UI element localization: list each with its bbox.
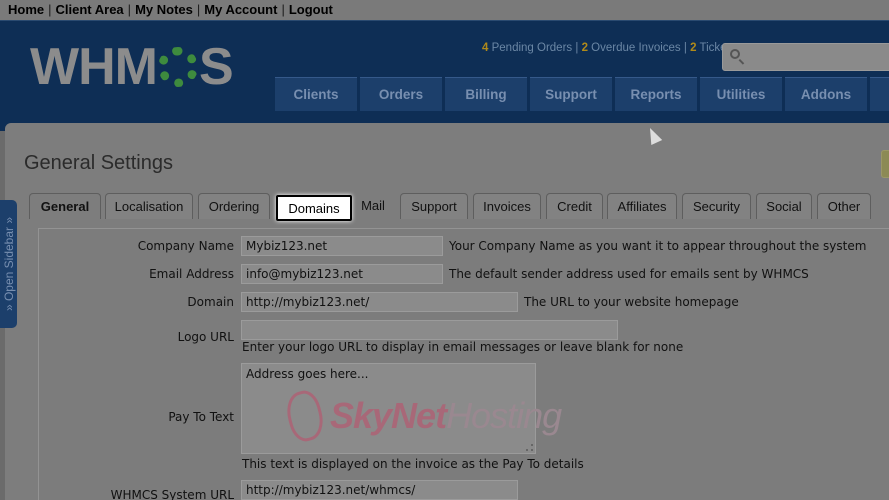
domain-label: Domain bbox=[187, 295, 234, 309]
tab-social[interactable]: Social bbox=[756, 193, 812, 219]
pending-orders-link[interactable]: Pending Orders bbox=[492, 42, 573, 54]
system-url-label: WHMCS System URL bbox=[110, 488, 234, 500]
logo-url-input[interactable] bbox=[241, 320, 618, 340]
top-links-bar: Home | Client Area | My Notes | My Account | Log… bbox=[0, 0, 889, 20]
tickets-count: 2 bbox=[690, 42, 697, 54]
admin-header: WHM S 4 Pending Orders | 2 Overdue Invoic… bbox=[0, 20, 889, 111]
logo-url-desc: Enter your logo URL to display in email … bbox=[242, 340, 684, 354]
nav-tab-utilities[interactable]: Utilities bbox=[700, 77, 782, 111]
company-name-desc: Your Company Name as you want it to appe… bbox=[449, 239, 867, 253]
top-link-client-area[interactable]: Client Area bbox=[56, 2, 124, 17]
tab-other[interactable]: Other bbox=[817, 193, 871, 219]
top-link-home[interactable]: Home bbox=[8, 2, 44, 17]
email-address-input[interactable]: info@mybiz123.net bbox=[241, 264, 443, 284]
watermark-text: SkyNetHosting bbox=[330, 395, 562, 437]
help-button[interactable] bbox=[881, 150, 889, 178]
nav-tab-orders[interactable]: Orders bbox=[360, 77, 442, 111]
nav-tab-more[interactable] bbox=[870, 77, 889, 111]
intelligent-search-input[interactable] bbox=[722, 43, 889, 71]
open-sidebar-button[interactable]: » Open Sidebar » bbox=[0, 200, 17, 328]
tab-localisation[interactable]: Localisation bbox=[105, 193, 193, 219]
tab-general[interactable]: General bbox=[29, 193, 101, 219]
pay-to-text-desc: This text is displayed on the invoice as… bbox=[242, 457, 584, 471]
tab-ordering[interactable]: Ordering bbox=[198, 193, 270, 219]
skynet-logo-icon bbox=[282, 387, 328, 445]
email-address-label: Email Address bbox=[149, 267, 234, 281]
nav-tab-support[interactable]: Support bbox=[530, 77, 612, 111]
overdue-invoices-link[interactable]: Overdue Invoices bbox=[591, 42, 681, 54]
separator: | bbox=[575, 42, 579, 54]
nav-tab-reports[interactable]: Reports bbox=[615, 77, 697, 111]
open-sidebar-label: » Open Sidebar » bbox=[1, 216, 16, 312]
top-link-my-account[interactable]: My Account bbox=[204, 2, 277, 17]
domain-input[interactable]: http://mybiz123.net/ bbox=[241, 292, 518, 312]
pending-orders-count: 4 bbox=[482, 42, 489, 54]
separator: | bbox=[127, 2, 132, 17]
tab-domains[interactable]: Domains bbox=[276, 195, 352, 221]
company-name-label: Company Name bbox=[137, 239, 234, 253]
top-link-my-notes[interactable]: My Notes bbox=[135, 2, 193, 17]
nav-tab-addons[interactable]: Addons bbox=[785, 77, 867, 111]
tab-affiliates[interactable]: Affiliates bbox=[607, 193, 677, 219]
tab-credit[interactable]: Credit bbox=[546, 193, 603, 219]
tab-invoices[interactable]: Invoices bbox=[473, 193, 541, 219]
tab-security[interactable]: Security bbox=[682, 193, 751, 219]
main-nav: Clients Orders Billing Support Reports U… bbox=[275, 77, 889, 111]
resize-grip-icon[interactable] bbox=[526, 444, 533, 451]
separator: | bbox=[281, 2, 285, 17]
page-title: General Settings bbox=[24, 152, 173, 174]
tab-mail[interactable]: Mail bbox=[356, 193, 390, 219]
top-link-logout[interactable]: Logout bbox=[289, 2, 333, 17]
system-url-input[interactable]: http://mybiz123.net/whmcs/ bbox=[241, 480, 518, 500]
tab-support[interactable]: Support bbox=[400, 193, 468, 219]
nav-tab-clients[interactable]: Clients bbox=[275, 77, 357, 111]
separator: | bbox=[48, 2, 52, 17]
overdue-invoices-count: 2 bbox=[581, 42, 588, 54]
email-address-desc: The default sender address used for emai… bbox=[449, 267, 809, 281]
company-name-input[interactable]: Mybiz123.net bbox=[241, 236, 443, 256]
skynet-hosting-watermark: SkyNetHosting bbox=[282, 387, 562, 445]
logo-text-left: WHM bbox=[30, 38, 158, 96]
logo-text-right: S bbox=[198, 38, 234, 96]
pay-to-text-value: Address goes here... bbox=[246, 367, 369, 381]
pay-to-text-label: Pay To Text bbox=[168, 410, 234, 424]
separator: | bbox=[683, 42, 687, 54]
header-stats: 4 Pending Orders | 2 Overdue Invoices | … bbox=[482, 42, 730, 54]
separator: | bbox=[196, 2, 201, 17]
watermark-text-part2: Hosting bbox=[446, 395, 562, 436]
logo-url-label: Logo URL bbox=[177, 330, 234, 344]
gear-icon bbox=[157, 47, 198, 87]
search-icon bbox=[730, 49, 740, 59]
nav-tab-billing[interactable]: Billing bbox=[445, 77, 527, 111]
watermark-text-part1: SkyNet bbox=[330, 395, 447, 436]
domain-desc: The URL to your website homepage bbox=[524, 295, 739, 309]
whmcs-logo[interactable]: WHM S bbox=[30, 38, 234, 96]
